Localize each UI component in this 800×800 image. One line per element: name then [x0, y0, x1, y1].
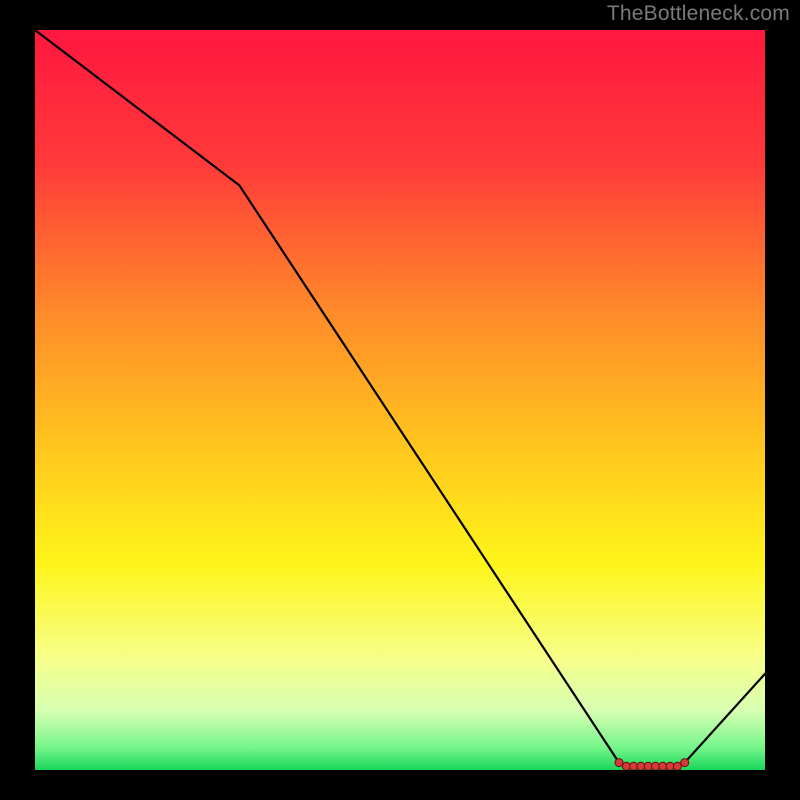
chart-canvas: TheBottleneck.com: [0, 0, 800, 800]
marker-dot: [644, 762, 652, 770]
marker-dot: [630, 762, 638, 770]
marker-dot: [637, 762, 645, 770]
chart-svg: [35, 30, 765, 770]
marker-dot: [666, 762, 674, 770]
marker-dot: [652, 762, 660, 770]
plot-area: [35, 30, 765, 770]
chart-background: [35, 30, 765, 770]
watermark-text: TheBottleneck.com: [607, 2, 790, 26]
marker-dot: [659, 762, 667, 770]
marker-dot: [673, 762, 681, 770]
marker-dot: [622, 762, 630, 770]
marker-dot: [681, 759, 689, 767]
marker-dot: [615, 759, 623, 767]
